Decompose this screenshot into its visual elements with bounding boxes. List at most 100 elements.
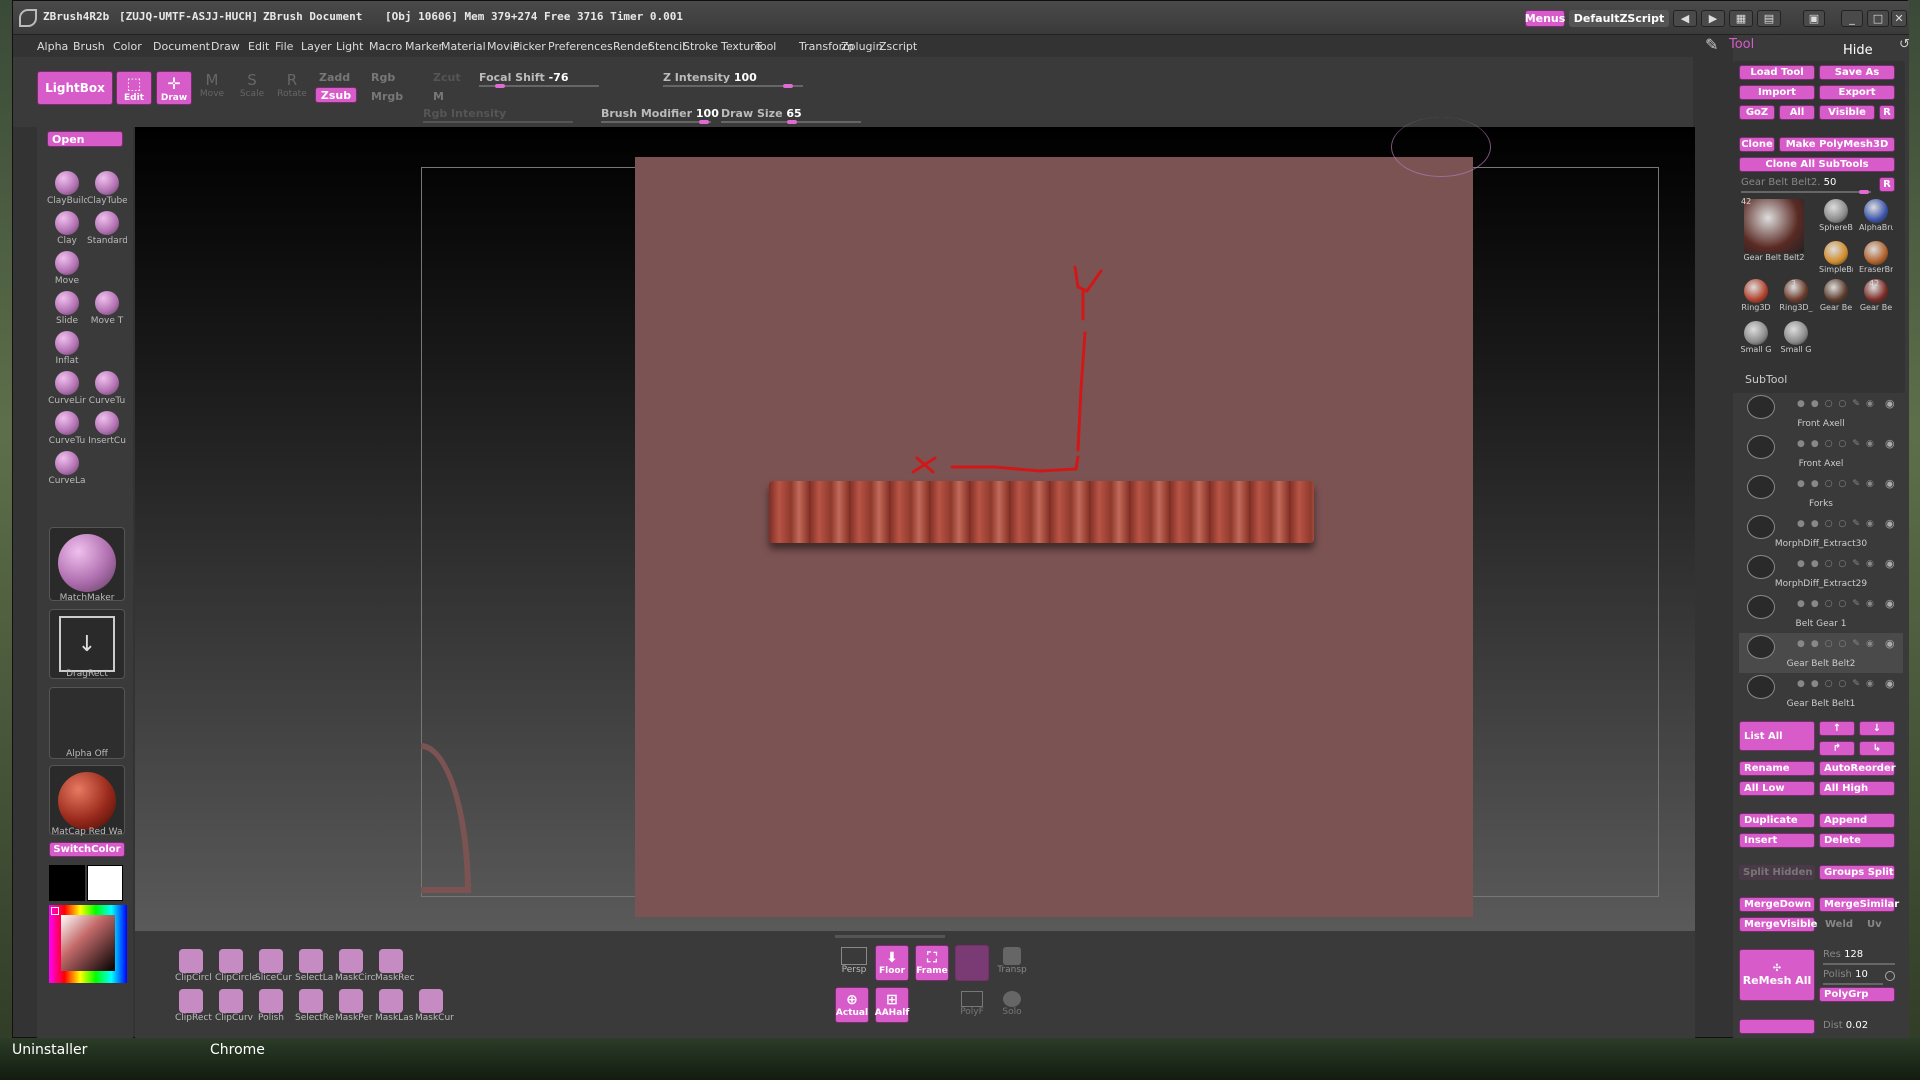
import-button[interactable]: Import: [1739, 85, 1815, 100]
polish-circle-icon[interactable]: [1885, 971, 1895, 981]
goz-all-button[interactable]: All: [1779, 105, 1815, 120]
brush-curvelir[interactable]: CurveLir: [47, 371, 87, 406]
mergesimilar-button[interactable]: MergeSimilar: [1819, 897, 1899, 912]
tool-thumb-simplebr[interactable]: SimpleBr: [1819, 239, 1853, 281]
visibility-eye-icon[interactable]: ◉: [1885, 397, 1895, 410]
minimize-icon[interactable]: _: [1841, 10, 1863, 27]
primary-color-swatch[interactable]: [87, 865, 123, 901]
move-right-icon[interactable]: ↱: [1819, 741, 1855, 756]
all-low-button[interactable]: All Low: [1739, 781, 1815, 796]
brush-slide[interactable]: Slide: [47, 291, 87, 326]
tool-slider[interactable]: [1741, 191, 1871, 193]
tool-thumb-ring3d[interactable]: Ring3D: [1739, 277, 1773, 319]
polyf-button[interactable]: PolyF: [955, 991, 989, 1025]
lightbox-button[interactable]: LightBox: [37, 71, 113, 105]
maximize-icon[interactable]: □: [1867, 10, 1889, 27]
subtool-toggles[interactable]: ●●○○✎◉: [1797, 439, 1897, 449]
visibility-eye-icon[interactable]: ◉: [1885, 637, 1895, 650]
floor-button[interactable]: ⬇ Floor: [875, 945, 909, 981]
insert-button[interactable]: Insert: [1739, 833, 1815, 848]
tool-masklas[interactable]: MaskLas: [375, 989, 413, 1023]
move-mode-button[interactable]: M Move: [197, 71, 227, 105]
color-picker[interactable]: [49, 905, 127, 983]
menu-render[interactable]: Render: [613, 40, 652, 53]
tool-slider-knob[interactable]: [1859, 190, 1869, 194]
menu-light[interactable]: Light: [336, 40, 363, 53]
tool-thumb-gear-belt-belt2[interactable]: Gear Belt Belt2: [1739, 197, 1809, 269]
save-as-button[interactable]: Save As: [1819, 65, 1895, 80]
visibility-eye-icon[interactable]: ◉: [1885, 437, 1895, 450]
brush-curvetu[interactable]: CurveTu: [87, 371, 127, 406]
brush-curvetu[interactable]: CurveTu: [47, 411, 87, 446]
goz-button[interactable]: GoZ: [1739, 105, 1775, 120]
subtool-toggles[interactable]: ●●○○✎◉: [1797, 599, 1897, 609]
close-icon[interactable]: ✕: [1891, 10, 1907, 27]
secondary-color-swatch[interactable]: [49, 865, 85, 901]
delete-button[interactable]: Delete: [1819, 833, 1895, 848]
menu-marker[interactable]: Marker: [405, 40, 443, 53]
tool-cliprect[interactable]: ClipRect: [175, 989, 212, 1023]
subtool-toggles[interactable]: ●●○○✎◉: [1797, 399, 1897, 409]
scale-mode-button[interactable]: S Scale: [237, 71, 267, 105]
subtool-toggles[interactable]: ●●○○✎◉: [1797, 479, 1897, 489]
tool-maskcirc[interactable]: MaskCirc: [335, 949, 375, 983]
brush-insertcu[interactable]: InsertCu: [87, 411, 127, 446]
subtool-toggles[interactable]: ●●○○✎◉: [1797, 559, 1897, 569]
subtool-toggles[interactable]: ●●○○✎◉: [1797, 519, 1897, 529]
zadd-toggle[interactable]: Zadd: [319, 71, 350, 84]
subtool-toggles[interactable]: ●●○○✎◉: [1797, 679, 1897, 689]
subtool-row[interactable]: ●●○○✎◉ ◉ Forks: [1739, 473, 1903, 513]
menu-stroke[interactable]: Stroke: [683, 40, 718, 53]
clone-all-subtools-button[interactable]: Clone All SubTools: [1739, 157, 1895, 172]
menu-material[interactable]: Material: [441, 40, 486, 53]
tool-thumb-gear-be[interactable]: Gear Be: [1819, 277, 1853, 319]
tool-selectla[interactable]: SelectLa: [295, 949, 333, 983]
remesh-all-button[interactable]: ✣ ReMesh All: [1739, 949, 1815, 1001]
tool-thumb-sphereb[interactable]: SphereB: [1819, 197, 1853, 239]
tool-maskper[interactable]: MaskPer: [335, 989, 373, 1023]
matchmaker-brush-button[interactable]: [49, 527, 125, 601]
menu-picker[interactable]: Picker: [513, 40, 546, 53]
menu-macro[interactable]: Macro: [369, 40, 402, 53]
frame-button[interactable]: ⛶ Frame: [915, 945, 949, 981]
menu-zplugin[interactable]: Zplugin: [841, 40, 883, 53]
lock-icon[interactable]: ▣: [1803, 10, 1825, 27]
brush-move[interactable]: Move: [47, 251, 87, 286]
m-toggle[interactable]: M: [433, 90, 444, 103]
subtool-row[interactable]: ●●○○✎◉ ◉ Front Axell: [1739, 393, 1903, 433]
tool-thumb-small-g[interactable]: Small G: [1739, 319, 1773, 361]
uv-toggle[interactable]: Uv: [1867, 919, 1882, 930]
rgb-toggle[interactable]: Rgb: [371, 71, 395, 84]
taskbar-chrome[interactable]: Chrome: [210, 1042, 265, 1058]
load-tool-button[interactable]: Load Tool: [1739, 65, 1815, 80]
tool-maskrec[interactable]: MaskRec: [375, 949, 415, 983]
mergevisible-button[interactable]: MergeVisible: [1739, 917, 1817, 932]
subtool-header[interactable]: SubTool: [1733, 369, 1905, 393]
make-polymesh-button[interactable]: Make PolyMesh3D: [1779, 137, 1895, 152]
append-button[interactable]: Append: [1819, 813, 1895, 828]
tool-clipcircl[interactable]: ClipCircl: [175, 949, 212, 983]
goz-r-button[interactable]: R: [1879, 105, 1895, 120]
groups-split-button[interactable]: Groups Split: [1819, 865, 1895, 880]
subtool-row[interactable]: ●●○○✎◉ ◉ Gear Belt Belt2: [1739, 633, 1903, 673]
z-intensity-slider[interactable]: [663, 85, 803, 87]
duplicate-button[interactable]: Duplicate: [1739, 813, 1815, 828]
aahalf-button[interactable]: ⊞ AAHalf: [875, 987, 909, 1023]
material-button[interactable]: [49, 765, 125, 835]
visibility-eye-icon[interactable]: ◉: [1885, 557, 1895, 570]
draw-size-knob[interactable]: [787, 120, 797, 124]
menu-file[interactable]: File: [275, 40, 293, 53]
persp-button[interactable]: Persp: [839, 947, 869, 981]
visibility-eye-icon[interactable]: ◉: [1885, 597, 1895, 610]
zcut-toggle[interactable]: Zcut: [433, 71, 461, 84]
menus-button[interactable]: Menus: [1525, 10, 1565, 27]
solo-button[interactable]: Solo: [995, 991, 1029, 1025]
subtool-row[interactable]: ●●○○✎◉ ◉ MorphDiff_Extract30: [1739, 513, 1903, 553]
gear-belt-mesh[interactable]: [769, 481, 1314, 543]
switchcolor-button[interactable]: SwitchColor: [49, 842, 125, 857]
export-button[interactable]: Export: [1819, 85, 1895, 100]
subtool-row[interactable]: ●●○○✎◉ ◉ MorphDiff_Extract29: [1739, 553, 1903, 593]
subtool-row[interactable]: ●●○○✎◉ ◉ Gear Belt Belt1: [1739, 673, 1903, 713]
focal-shift-knob[interactable]: [495, 84, 505, 88]
refresh-icon[interactable]: ↺: [1899, 37, 1910, 52]
